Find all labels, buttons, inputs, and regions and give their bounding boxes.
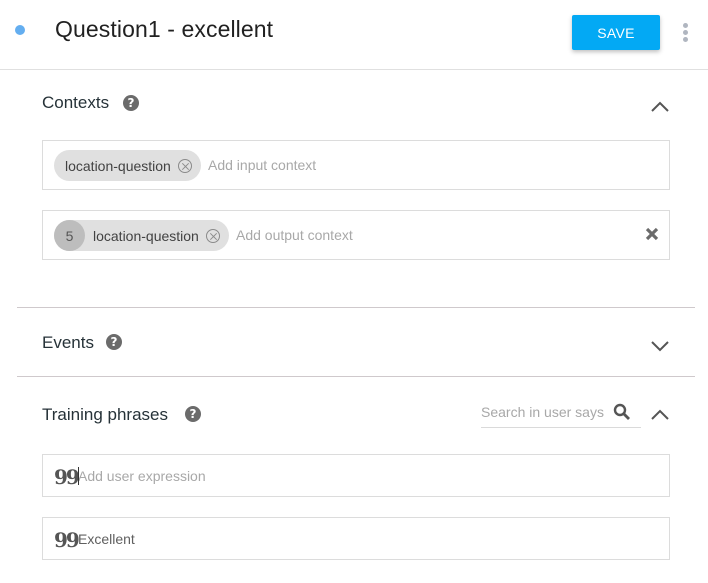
training-phrases-title[interactable]: Training phrases xyxy=(42,405,168,425)
more-options-icon[interactable] xyxy=(680,20,692,44)
chevron-down-icon[interactable] xyxy=(650,339,670,353)
chevron-up-icon[interactable] xyxy=(650,100,670,114)
training-phrase-text[interactable]: Excellent xyxy=(78,529,638,549)
output-context-chip: 5 location-question xyxy=(54,220,229,251)
question-circle-icon[interactable]: ? xyxy=(106,334,122,350)
input-context-input[interactable] xyxy=(208,155,468,175)
training-phrase-search xyxy=(481,400,641,428)
save-button[interactable]: SAVE xyxy=(572,15,660,50)
events-title[interactable]: Events xyxy=(42,333,94,353)
remove-chip-icon[interactable] xyxy=(205,228,220,243)
search-input[interactable] xyxy=(481,404,606,420)
search-icon[interactable] xyxy=(613,403,631,421)
status-dot xyxy=(15,25,25,35)
intent-title[interactable]: Question1 - excellent xyxy=(55,16,273,43)
lifespan-badge[interactable]: 5 xyxy=(54,220,85,251)
quote-icon: 99 xyxy=(54,528,80,552)
add-user-expression-input[interactable] xyxy=(78,466,638,486)
question-circle-icon[interactable]: ? xyxy=(123,95,139,111)
contexts-title[interactable]: Contexts xyxy=(42,93,109,113)
clear-contexts-icon[interactable] xyxy=(645,227,659,241)
output-context-field[interactable]: 5 location-question xyxy=(42,210,670,260)
training-phrase-row[interactable]: 99 Excellent xyxy=(42,517,670,560)
section-divider xyxy=(17,376,695,377)
new-training-phrase-field[interactable]: 99 xyxy=(42,454,670,497)
chevron-up-icon[interactable] xyxy=(650,408,670,422)
output-context-input[interactable] xyxy=(236,225,496,245)
quote-icon: 99 xyxy=(54,465,80,489)
intent-header: Question1 - excellent SAVE xyxy=(0,0,708,70)
input-context-field[interactable]: location-question xyxy=(42,140,670,190)
chip-label: location-question xyxy=(65,157,171,174)
input-context-chip: location-question xyxy=(54,150,201,181)
chip-label: location-question xyxy=(93,227,199,244)
question-circle-icon[interactable]: ? xyxy=(185,406,201,422)
text-caret xyxy=(78,467,79,485)
remove-chip-icon[interactable] xyxy=(177,158,192,173)
section-divider xyxy=(17,307,695,308)
